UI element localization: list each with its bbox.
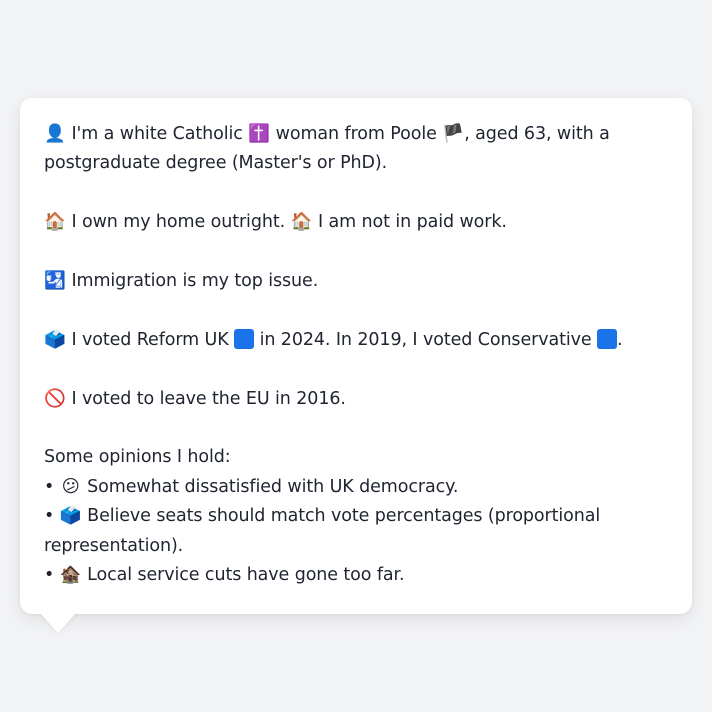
- person-icon: 👤: [44, 124, 66, 144]
- opinion-item: • 😕 Somewhat dissatisfied with UK democr…: [44, 473, 668, 502]
- bullet-marker: •: [44, 565, 55, 586]
- eu-line: 🚫 I voted to leave the EU in 2016.: [44, 385, 668, 414]
- home-icon: 🏠: [44, 212, 66, 233]
- identity-text-2: woman from Poole: [270, 124, 443, 144]
- ballot-box-icon: 🗳️: [44, 329, 66, 350]
- reform-party-color-square-icon: [234, 328, 255, 349]
- vote-text-1: I voted Reform UK: [66, 329, 235, 350]
- passport-control-icon: 🛂: [44, 271, 66, 291]
- opinion-text: Believe seats should match vote percenta…: [44, 506, 601, 556]
- conservative-party-color-square-icon: [597, 328, 617, 349]
- ballot-box-icon: 🗳️: [59, 506, 82, 527]
- home-text: I own my home outright.: [66, 212, 291, 233]
- vote-line: 🗳️ I voted Reform UK in 2024. In 2019, I…: [44, 326, 668, 355]
- work-text: I am not in paid work.: [312, 212, 507, 233]
- confused-face-icon: 😕: [61, 476, 80, 497]
- issue-text: Immigration is my top issue.: [66, 271, 319, 291]
- cross-icon: ✝️: [248, 124, 271, 144]
- speech-bubble-tail: [40, 613, 76, 633]
- england-flag-icon: 🏴: [442, 124, 465, 144]
- issue-line: 🛂 Immigration is my top issue.: [44, 267, 668, 296]
- bullet-marker: •: [44, 476, 55, 497]
- identity-line: 👤 I'm a white Catholic ✝️ woman from Poo…: [44, 120, 668, 179]
- derelict-house-icon: 🏚️: [59, 565, 82, 586]
- eu-text: I voted to leave the EU in 2016.: [66, 388, 346, 409]
- profile-card: 👤 I'm a white Catholic ✝️ woman from Poo…: [20, 98, 692, 614]
- prohibited-icon: 🚫: [44, 388, 66, 409]
- vote-text-2: in 2024. In 2019, I voted Conservative: [254, 329, 597, 350]
- opinion-item: • 🏚️ Local service cuts have gone too fa…: [44, 561, 668, 590]
- home-work-line: 🏠 I own my home outright. 🏠 I am not in …: [44, 208, 668, 237]
- identity-text-1: I'm a white Catholic: [66, 124, 249, 144]
- opinion-text: Local service cuts have gone too far.: [81, 565, 405, 586]
- vote-text-3: .: [617, 329, 623, 350]
- opinion-text: Somewhat dissatisfied with UK democracy.: [81, 476, 459, 497]
- opinions-heading: Some opinions I hold:: [44, 447, 231, 468]
- opinion-item: • 🗳️ Believe seats should match vote per…: [44, 502, 668, 561]
- bullet-marker: •: [44, 506, 55, 527]
- work-home-icon: 🏠: [290, 212, 313, 233]
